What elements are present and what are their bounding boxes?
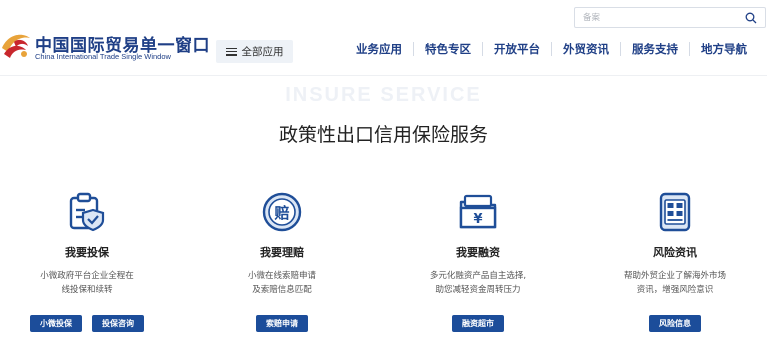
menu-icon	[225, 47, 237, 56]
card-description: 帮助外贸企业了解海外市场 资讯，增强风险意识	[580, 269, 767, 297]
report-grid-icon[interactable]	[653, 190, 697, 234]
svg-text:¥: ¥	[473, 212, 482, 227]
nav-item-open-platform[interactable]: 开放平台	[482, 42, 551, 56]
card-description: 多元化融资产品自主选择, 助您减轻资金周转压力	[383, 269, 573, 297]
main-nav: 业务应用 特色专区 开放平台 外贸资讯 服务支持 地方导航	[345, 42, 758, 56]
card-description-line: 帮助外贸企业了解海外市场	[623, 271, 726, 281]
card-description-line: 线投保和续转	[61, 285, 113, 295]
all-apps-label: 全部应用	[241, 46, 284, 58]
card-description: 小微政府平台企业全程在 线投保和续转	[0, 269, 182, 297]
yuan-folder-icon[interactable]: ¥	[456, 190, 500, 234]
micro-insure-button[interactable]: 小微投保	[30, 315, 82, 332]
card-description-line: 多元化融资产品自主选择,	[429, 271, 527, 281]
search-box	[574, 7, 766, 28]
card-risk: 风险资讯 帮助外贸企业了解海外市场 资讯，增强风险意识 风险信息	[580, 190, 767, 332]
nav-item-trade-news[interactable]: 外贸资讯	[551, 42, 620, 56]
card-claim: 赔 我要理赔 小微在线索赔申请 及索赔信息匹配 索赔申请	[187, 190, 377, 332]
logo-icon[interactable]	[0, 24, 36, 64]
card-title: 我要投保	[65, 246, 109, 259]
card-description-line: 小微在线索赔申请	[247, 271, 316, 281]
clipboard-shield-icon[interactable]	[65, 190, 109, 234]
card-title: 我要理赔	[260, 246, 304, 259]
header: 中国国际贸易单一窗口 China International Trade Sin…	[0, 0, 767, 76]
card-buttons: 索赔申请	[187, 315, 377, 332]
all-apps-button[interactable]: 全部应用	[216, 40, 293, 63]
nav-item-local-navigation[interactable]: 地方导航	[689, 42, 758, 56]
risk-info-button[interactable]: 风险信息	[649, 315, 701, 332]
service-cards: 我要投保 小微政府平台企业全程在 线投保和续转 小微投保 投保咨询 赔 我要理赔…	[0, 190, 767, 340]
card-finance: ¥ 我要融资 多元化融资产品自主选择, 助您减轻资金周转压力 融资超市	[383, 190, 573, 332]
card-buttons: 小微投保 投保咨询	[0, 315, 182, 332]
nav-item-featured-zone[interactable]: 特色专区	[413, 42, 482, 56]
claim-circle-icon[interactable]: 赔	[260, 190, 304, 234]
section-watermark: INSURE SERVICE	[285, 84, 482, 106]
search-input[interactable]	[575, 8, 740, 27]
svg-text:赔: 赔	[274, 204, 289, 222]
page-title: 政策性出口信用保险服务	[278, 124, 488, 146]
card-description-line: 资讯，增强风险意识	[636, 285, 714, 295]
card-buttons: 融资超市	[383, 315, 573, 332]
brand-subtitle: China International Trade Single Window	[35, 52, 171, 61]
search-icon[interactable]	[745, 12, 757, 24]
insure-consult-button[interactable]: 投保咨询	[92, 315, 144, 332]
claim-apply-button[interactable]: 索赔申请	[256, 315, 308, 332]
nav-item-business-apps[interactable]: 业务应用	[345, 42, 413, 56]
card-description-line: 小微政府平台企业全程在	[40, 271, 134, 281]
card-title: 我要融资	[456, 246, 500, 259]
card-description-line: 及索赔信息匹配	[252, 285, 312, 295]
card-description: 小微在线索赔申请 及索赔信息匹配	[187, 269, 377, 297]
card-insure: 我要投保 小微政府平台企业全程在 线投保和续转 小微投保 投保咨询	[0, 190, 182, 332]
finance-market-button[interactable]: 融资超市	[452, 315, 504, 332]
nav-item-service-support[interactable]: 服务支持	[620, 42, 689, 56]
card-description-line: 助您减轻资金周转压力	[435, 285, 521, 295]
card-buttons: 风险信息	[580, 315, 767, 332]
card-title: 风险资讯	[653, 246, 697, 259]
